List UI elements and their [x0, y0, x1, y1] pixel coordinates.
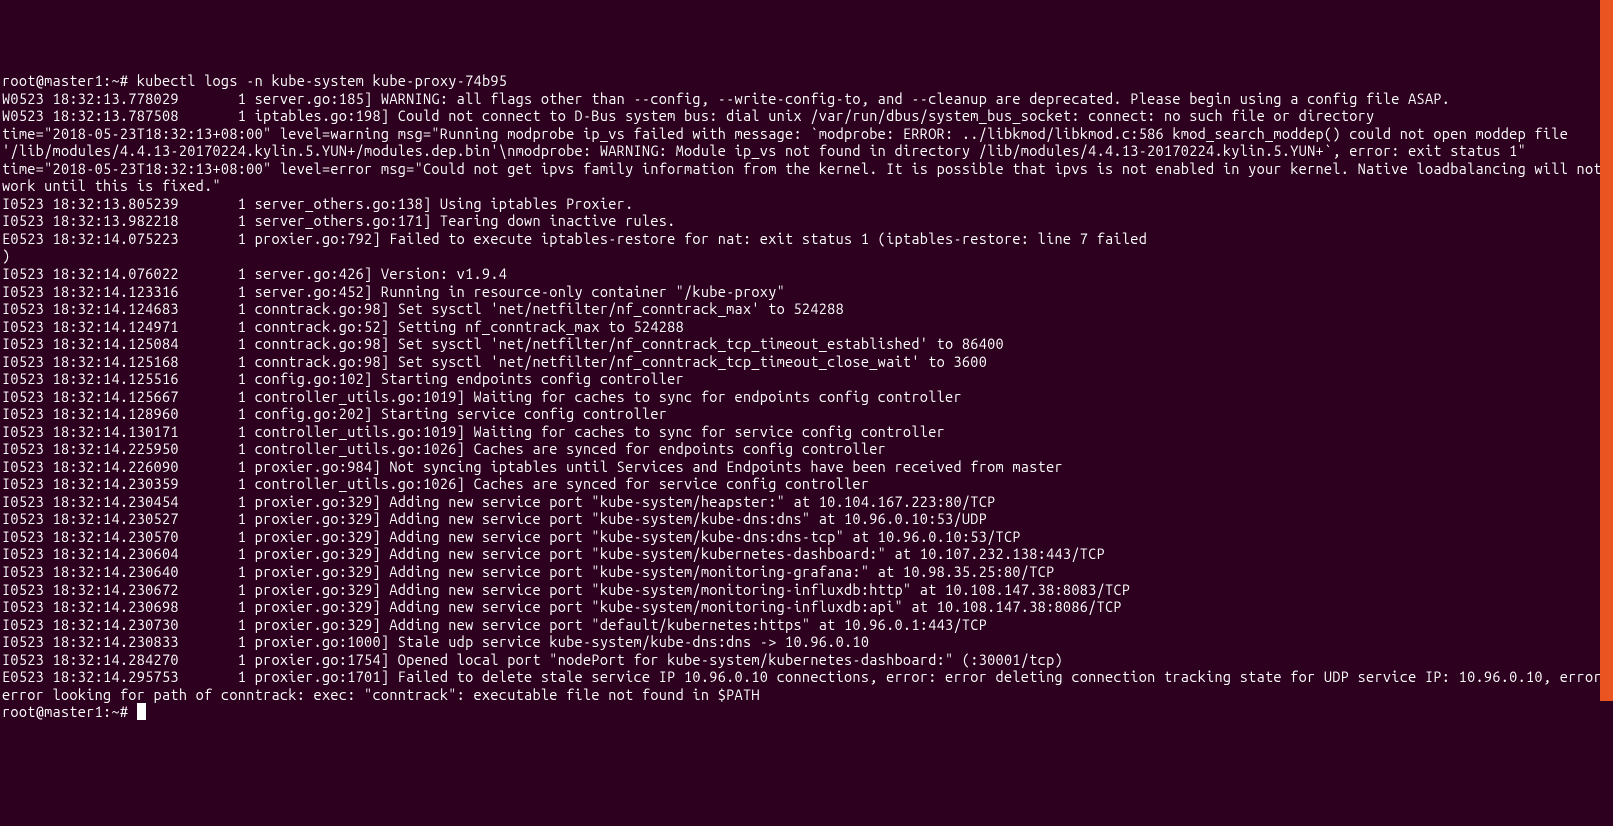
log-line: I0523 18:32:14.124971 1 conntrack.go:52]…: [2, 318, 1611, 336]
log-line: I0523 18:32:14.230833 1 proxier.go:1000]…: [2, 633, 1611, 651]
log-line: I0523 18:32:14.230672 1 proxier.go:329] …: [2, 581, 1611, 599]
log-line: I0523 18:32:14.226090 1 proxier.go:984] …: [2, 458, 1611, 476]
log-line: I0523 18:32:14.230359 1 controller_utils…: [2, 475, 1611, 493]
log-line: W0523 18:32:13.787508 1 iptables.go:198]…: [2, 107, 1611, 125]
prompt: root@master1:~#: [2, 72, 137, 89]
cursor: [137, 703, 146, 720]
log-line: ): [2, 247, 1611, 265]
log-line: time="2018-05-23T18:32:13+08:00" level=w…: [2, 125, 1611, 160]
log-line: time="2018-05-23T18:32:13+08:00" level=e…: [2, 160, 1611, 195]
log-line: I0523 18:32:13.982218 1 server_others.go…: [2, 212, 1611, 230]
log-line: I0523 18:32:14.125084 1 conntrack.go:98]…: [2, 335, 1611, 353]
command-line: root@master1:~# kubectl logs -n kube-sys…: [2, 72, 1611, 90]
log-line: I0523 18:32:14.125667 1 controller_utils…: [2, 388, 1611, 406]
log-line: I0523 18:32:14.125516 1 config.go:102] S…: [2, 370, 1611, 388]
log-line: E0523 18:32:14.075223 1 proxier.go:792] …: [2, 230, 1611, 248]
prompt-line: root@master1:~#: [2, 703, 1611, 721]
log-line: I0523 18:32:14.128960 1 config.go:202] S…: [2, 405, 1611, 423]
log-line: I0523 18:32:14.125168 1 conntrack.go:98]…: [2, 353, 1611, 371]
log-line: I0523 18:32:14.230640 1 proxier.go:329] …: [2, 563, 1611, 581]
log-line: I0523 18:32:14.230698 1 proxier.go:329] …: [2, 598, 1611, 616]
prompt: root@master1:~#: [2, 703, 137, 720]
log-line: I0523 18:32:14.225950 1 controller_utils…: [2, 440, 1611, 458]
scrollbar[interactable]: [1600, 0, 1613, 701]
command-text: kubectl logs -n kube-system kube-proxy-7…: [137, 72, 507, 89]
log-line: W0523 18:32:13.778029 1 server.go:185] W…: [2, 90, 1611, 108]
log-line: I0523 18:32:14.284270 1 proxier.go:1754]…: [2, 651, 1611, 669]
log-line: I0523 18:32:14.230730 1 proxier.go:329] …: [2, 616, 1611, 634]
log-line: I0523 18:32:14.076022 1 server.go:426] V…: [2, 265, 1611, 283]
log-line: I0523 18:32:14.230604 1 proxier.go:329] …: [2, 545, 1611, 563]
log-line: I0523 18:32:14.123316 1 server.go:452] R…: [2, 283, 1611, 301]
terminal-output[interactable]: root@master1:~# kubectl logs -n kube-sys…: [2, 72, 1611, 721]
log-line: I0523 18:32:14.130171 1 controller_utils…: [2, 423, 1611, 441]
log-line: I0523 18:32:14.230527 1 proxier.go:329] …: [2, 510, 1611, 528]
log-line: I0523 18:32:14.124683 1 conntrack.go:98]…: [2, 300, 1611, 318]
log-line: I0523 18:32:14.230570 1 proxier.go:329] …: [2, 528, 1611, 546]
log-line: I0523 18:32:14.230454 1 proxier.go:329] …: [2, 493, 1611, 511]
log-line: I0523 18:32:13.805239 1 server_others.go…: [2, 195, 1611, 213]
log-line: E0523 18:32:14.295753 1 proxier.go:1701]…: [2, 668, 1611, 703]
